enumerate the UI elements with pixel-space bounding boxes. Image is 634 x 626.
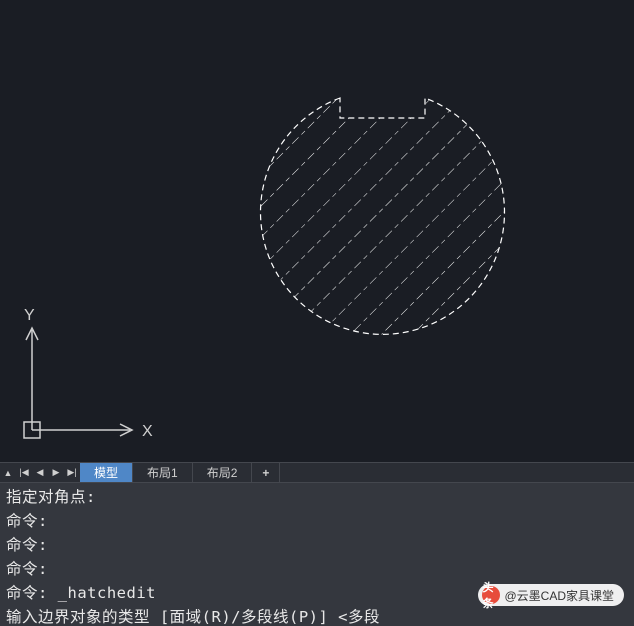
tab-add-button[interactable]: + (252, 463, 280, 482)
tab-next-button[interactable]: ▶ (48, 463, 64, 482)
tab-collapse-button[interactable]: ▲ (0, 463, 16, 482)
watermark-badge: 头条 @云墨CAD家具课堂 (478, 584, 624, 606)
ucs-icon: Y X (10, 280, 160, 460)
tab-first-button[interactable]: |◀ (16, 463, 32, 482)
command-line: 命令: (6, 533, 628, 557)
watermark-text: @云墨CAD家具课堂 (504, 587, 614, 604)
tab-last-button[interactable]: ▶| (64, 463, 80, 482)
command-line: 命令: (6, 509, 628, 533)
tab-layout1[interactable]: 布局1 (133, 463, 193, 482)
command-line: 命令: (6, 557, 628, 581)
ucs-x-label: X (142, 423, 153, 440)
watermark-icon: 头条 (482, 586, 500, 604)
ucs-y-label: Y (24, 307, 35, 324)
command-line: 指定对角点: (6, 485, 628, 509)
tab-prev-button[interactable]: ◀ (32, 463, 48, 482)
hatched-region[interactable] (261, 98, 505, 334)
layout-tab-bar: ▲ |◀ ◀ ▶ ▶| 模型 布局1 布局2 + (0, 462, 634, 482)
tab-model[interactable]: 模型 (80, 463, 133, 482)
drawing-canvas[interactable]: Y X (0, 0, 634, 462)
tab-layout2[interactable]: 布局2 (193, 463, 253, 482)
command-line: 输入边界对象的类型 [面域(R)/多段线(P)] <多段 (6, 605, 628, 626)
